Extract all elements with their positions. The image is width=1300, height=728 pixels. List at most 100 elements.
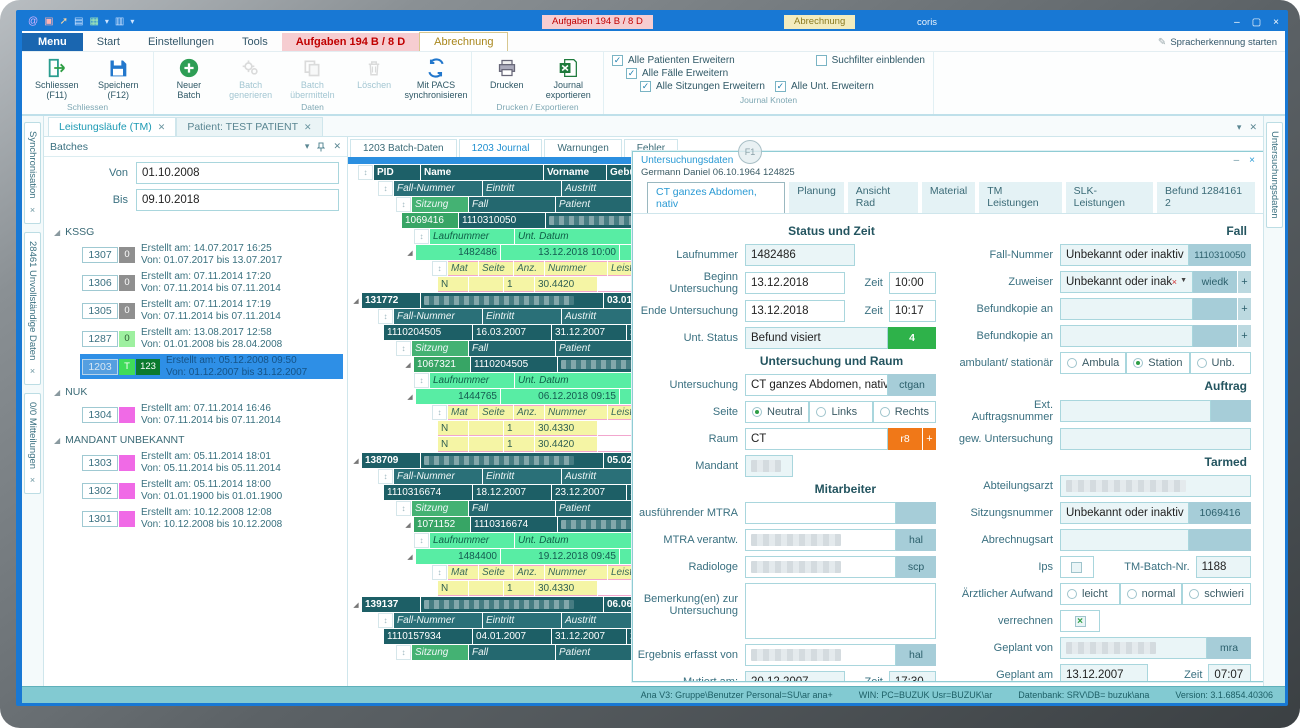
abrechnungsart-input[interactable] [1060,529,1189,551]
abteilungsarzt-input[interactable] [1060,475,1251,497]
journal-tab-0[interactable]: 1203 Batch-Daten [350,139,457,157]
befundkopie-input-2[interactable] [1060,325,1193,347]
tm-batch-nr-input[interactable]: 1188 [1196,556,1251,578]
befundkopie-add-2[interactable]: + [1238,325,1251,347]
column-options-icon[interactable]: ↕ [396,501,411,516]
batch-item-1304[interactable]: 1304Erstellt am: 07.11.2014 16:46Von: 07… [80,402,343,427]
sidebar-tab-untersuchungsdaten[interactable]: Untersuchungsdaten [1266,122,1283,228]
ribbon-button-neuer-batch[interactable]: Neuer Batch [158,54,220,101]
mtra-verantw-input[interactable] [745,529,896,551]
batch-item-1303[interactable]: 1303Erstellt am: 05.11.2014 18:01Von: 05… [80,450,343,475]
maximize-icon[interactable]: ▢ [1252,17,1261,28]
column-options-icon[interactable]: ↕ [378,613,393,628]
untersuchung-tab-6[interactable]: Befund 1284161 2 [1157,182,1255,213]
save-quick-icon[interactable]: ▤ [74,17,83,27]
mutiert-date-input[interactable]: 20.12.2007 [745,671,845,681]
close-icon[interactable]: × [1273,17,1279,28]
untersuchung-tab-4[interactable]: TM Leistungen [979,182,1061,213]
doc-tab-patient[interactable]: Patient: TEST PATIENT✕ [176,117,322,136]
tab-start[interactable]: Start [83,33,134,51]
untersuchung-tab-3[interactable]: Material [922,182,975,213]
untersuchung-tab-1[interactable]: Planung [789,182,844,213]
ribbon-button-mit-pacs-synchronisieren[interactable]: Mit PACS synchronisieren [405,54,467,101]
laufnummer-input[interactable]: 1482486 [745,244,855,266]
batch-group-kssg[interactable]: ◢KSSG [54,226,343,238]
mandant-input[interactable] [745,455,793,477]
expander-icon[interactable]: ◢ [350,597,362,612]
ergebnis-erfasst-input[interactable] [745,644,896,666]
befundkopie-input-1[interactable] [1060,298,1193,320]
expander-icon[interactable]: ◢ [404,549,416,564]
batch-item-1302[interactable]: 1302Erstellt am: 05.11.2014 18:00Von: 01… [80,478,343,503]
column-options-icon[interactable]: ↕ [378,181,393,196]
quickbar-dropdown-icon[interactable]: ▾ [105,17,109,27]
panel-dropdown-icon[interactable]: ▾ [305,141,310,152]
journal-tab-1[interactable]: 1203 Journal [459,139,543,157]
ende-zeit-input[interactable]: 10:17 [889,300,936,322]
close-icon[interactable]: × [28,205,38,215]
untersuchung-input[interactable]: CT ganzes Abdomen, nativ [745,374,888,396]
batch-item-1307[interactable]: 13070Erstellt am: 14.07.2017 16:25Von: 0… [80,242,343,267]
quickbar-dropdown2-icon[interactable]: ▾ [130,17,134,27]
minimize-icon[interactable]: – [1234,17,1240,28]
column-options-icon[interactable]: ↕ [378,309,393,324]
batch-group-mandant-unbekannt[interactable]: ◢MANDANT UNBEKANNT [54,434,343,446]
befundkopie-add-1[interactable]: + [1238,298,1251,320]
tabbar-close-icon[interactable]: ✕ [1249,122,1257,133]
tab-menu[interactable]: Menu [22,33,83,51]
batch-item-1287[interactable]: 12870Erstellt am: 13.08.2017 12:58Von: 0… [80,326,343,351]
panel-close-icon[interactable]: ✕ [333,141,341,152]
geplant-zeit-input[interactable]: 07:07 [1208,664,1251,681]
geplant-am-input[interactable]: 13.12.2007 [1060,664,1148,681]
geplant-von-input[interactable] [1060,637,1207,659]
radio-unbekannt[interactable]: Unb. [1190,352,1251,374]
fall-nummer-input[interactable]: Unbekannt oder inaktiv [1060,244,1189,266]
radio-seite-neutral[interactable]: Neutral [745,401,809,423]
bis-date-input[interactable]: 09.10.2018 [136,189,339,211]
von-date-input[interactable]: 01.10.2008 [136,162,339,184]
dropdown-icon[interactable]: ▼ [1180,277,1187,287]
open-icon[interactable]: ➚ [60,17,68,27]
tab-tools[interactable]: Tools [228,33,282,51]
column-options-icon[interactable]: ↕ [414,533,429,548]
column-options-icon[interactable]: ↕ [432,261,447,276]
expander-icon[interactable]: ◢ [404,245,416,260]
ribbon-button-schliessen-f11-[interactable]: Schliessen (F11) [26,54,88,101]
journal-tab-2[interactable]: Warnungen [544,139,621,157]
panel-minimize-icon[interactable]: – [1234,155,1240,166]
ende-date-input[interactable]: 13.12.2018 [745,300,845,322]
batch-group-nuk[interactable]: ◢NUK [54,386,343,398]
clear-icon[interactable]: × [1172,277,1177,287]
close-document-icon[interactable]: ▣ [44,17,53,27]
column-options-icon[interactable]: ↕ [432,405,447,420]
checkbox-suchfilter[interactable]: Suchfilter einblenden [816,55,925,66]
untersuchung-tab-2[interactable]: Ansicht Rad [848,182,918,213]
export-quick-icon[interactable]: ▦ [89,17,98,27]
doc-tab-leistungslaeufe[interactable]: Leistungsläufe (TM)✕ [48,117,176,136]
titlebar-tag-abrechnung[interactable]: Abrechnung [784,15,855,29]
radio-seite-rechts[interactable]: Rechts [873,401,936,423]
ext-auftragsnummer-input[interactable] [1060,400,1211,422]
sitzungsnummer-input[interactable]: Unbekannt oder inaktiv [1060,502,1189,524]
tab-einstellungen[interactable]: Einstellungen [134,33,228,51]
batch-item-1305[interactable]: 13050Erstellt am: 07.11.2014 17:19Von: 0… [80,298,343,323]
column-options-icon[interactable]: ↕ [378,469,393,484]
checkbox-alle-unt[interactable]: ✓Alle Unt. Erweitern [775,81,874,92]
mutiert-zeit-input[interactable]: 17:30 [889,671,936,681]
verrechnen-checkbox[interactable]: × [1060,610,1100,632]
titlebar-tag-aufgaben[interactable]: Aufgaben 194 B / 8 D [542,15,653,29]
tab-aufgaben[interactable]: Aufgaben 194 B / 8 D [282,33,419,51]
batch-item-1203[interactable]: 1203T123Erstellt am: 05.12.2008 09:50Von… [80,354,343,379]
beginn-zeit-input[interactable]: 10:00 [889,272,936,294]
sidebar-tab-unvollstaendige-daten[interactable]: 28461 Unvollständige Daten× [24,232,41,385]
beginn-date-input[interactable]: 13.12.2018 [745,272,845,294]
radio-aufwand-normal[interactable]: normal [1120,583,1183,605]
zuweiser-input[interactable]: Unbekannt oder inaktiv×▼ [1060,271,1193,293]
print-quick-icon[interactable]: ▥ [115,17,124,27]
tab-abrechnung[interactable]: Abrechnung [419,32,508,51]
radiologe-input[interactable] [745,556,896,578]
sidebar-tab-synchronisation[interactable]: Synchronisation× [24,122,41,224]
unt-status-input[interactable]: Befund visiert [745,327,888,349]
zuweiser-add-button[interactable]: + [1238,271,1251,293]
ausfuehrender-mtra-input[interactable] [745,502,896,524]
